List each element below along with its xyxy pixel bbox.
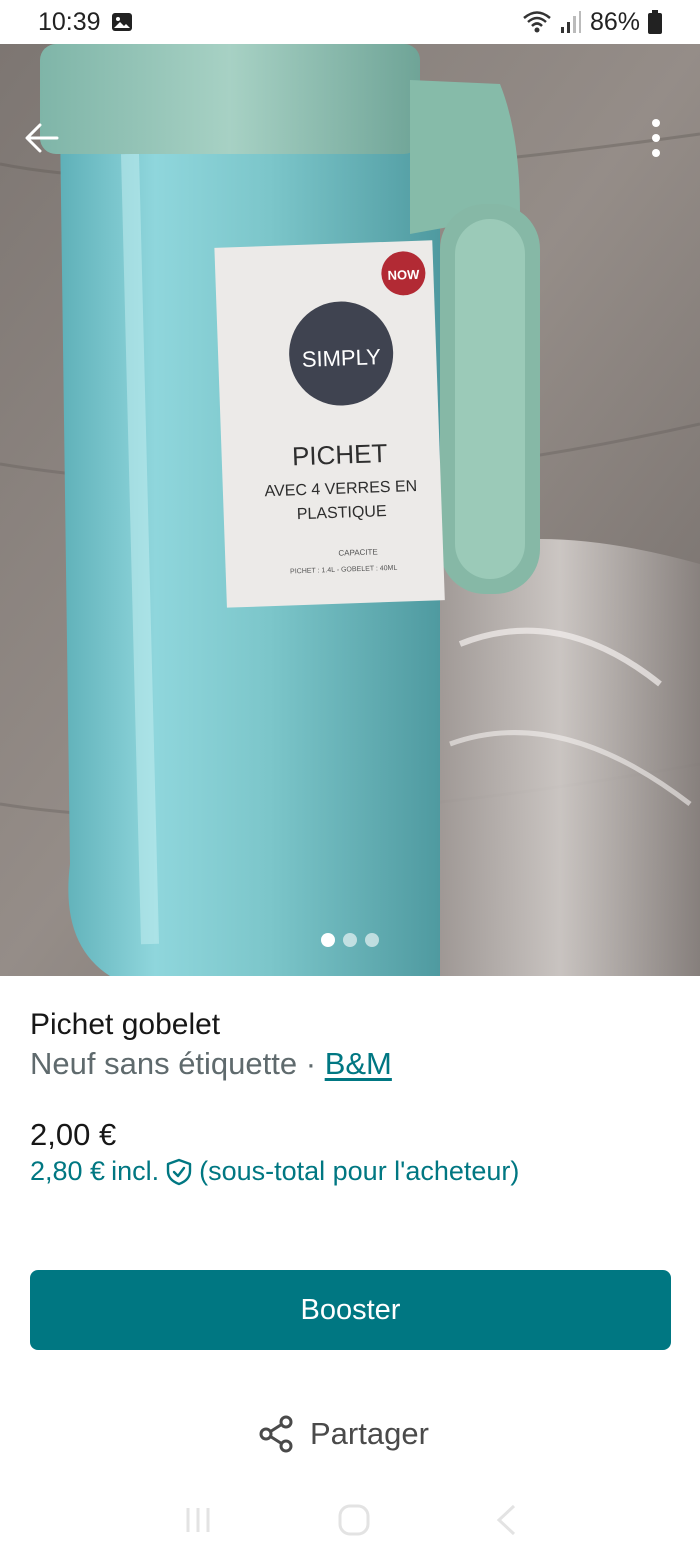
recent-apps-icon — [186, 1508, 210, 1532]
share-button[interactable]: Partager — [256, 1404, 429, 1464]
product-condition: Neuf sans étiquette — [30, 1046, 298, 1081]
home-icon — [338, 1504, 370, 1536]
more-options-button[interactable] — [634, 116, 678, 160]
home-button[interactable] — [337, 1503, 371, 1537]
product-photo-carousel[interactable]: SIMPLY NOW PICHET AVEC 4 VERRES EN PLAST… — [0, 44, 700, 976]
share-label: Partager — [310, 1416, 429, 1451]
product-title: Pichet gobelet — [30, 1008, 221, 1041]
status-bar: 10:39 86% — [0, 0, 700, 44]
arrow-left-icon — [25, 123, 59, 153]
total-price: 2,80 € — [30, 1156, 106, 1186]
total-incl: incl. — [111, 1156, 160, 1186]
shield-check-icon — [165, 1158, 193, 1186]
carousel-dot[interactable] — [343, 933, 357, 947]
battery-icon — [648, 10, 662, 34]
share-icon — [259, 1415, 293, 1453]
chevron-left-icon — [497, 1504, 516, 1536]
product-photo: SIMPLY NOW PICHET AVEC 4 VERRES EN PLAST… — [0, 44, 700, 976]
booster-button[interactable]: Booster — [30, 1270, 671, 1350]
label-capacity-title: CAPACITE — [338, 547, 378, 557]
label-brand: SIMPLY — [301, 344, 381, 372]
label-product: PICHET — [292, 438, 388, 471]
carousel-dot[interactable] — [321, 933, 335, 947]
product-price: 2,00 € — [30, 1117, 117, 1152]
brand-link[interactable]: B&M — [325, 1046, 392, 1081]
back-button[interactable] — [20, 116, 64, 160]
carousel-indicator — [0, 930, 700, 950]
subtitle-separator: · — [297, 1046, 325, 1081]
more-vertical-icon — [652, 119, 660, 157]
product-subtitle: Neuf sans étiquette · B&M — [30, 1046, 392, 1082]
recent-apps-button[interactable] — [182, 1504, 214, 1536]
gallery-icon — [111, 13, 132, 31]
carousel-dot[interactable] — [365, 933, 379, 947]
wifi-icon — [523, 11, 551, 33]
system-navigation-bar — [0, 1480, 700, 1560]
battery-percent: 86% — [589, 7, 640, 36]
buyer-total[interactable]: 2,80 € incl. (sous-total pour l'acheteur… — [30, 1156, 519, 1187]
label-sticker: NOW — [387, 267, 420, 283]
system-back-button[interactable] — [494, 1503, 518, 1537]
signal-icon — [560, 11, 581, 33]
status-time: 10:39 — [38, 7, 101, 36]
label-line2: PLASTIQUE — [297, 503, 387, 523]
total-note: (sous-total pour l'acheteur) — [199, 1156, 520, 1186]
